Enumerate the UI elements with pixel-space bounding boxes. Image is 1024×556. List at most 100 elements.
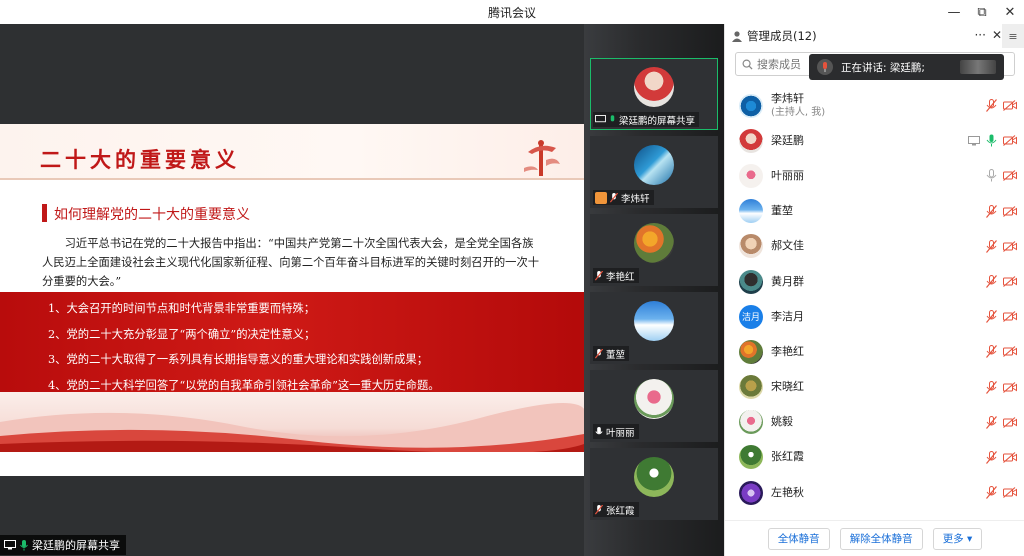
video-tile[interactable]: 李艳红	[590, 214, 718, 286]
minimize-button[interactable]: —	[940, 0, 968, 24]
mic-muted-icon[interactable]	[986, 415, 997, 429]
mic-on-icon[interactable]	[986, 134, 997, 147]
window-controls: — ⧉ ✕	[940, 0, 1024, 24]
slide-footer-decoration	[0, 392, 584, 452]
member-row[interactable]: 黄月群	[725, 264, 1024, 299]
title-bar: 腾讯会议 — ⧉ ✕	[0, 0, 1024, 24]
more-menu-button[interactable]: 更多 ▾	[932, 527, 983, 550]
search-icon	[742, 59, 753, 70]
member-row[interactable]: 董堃	[725, 194, 1024, 229]
camera-off-icon[interactable]	[1003, 276, 1017, 287]
slide-title: 二十大的重要意义	[40, 147, 240, 172]
mic-muted-icon	[595, 504, 603, 514]
slide-paragraph: 习近平总书记在党的二十大报告中指出：“中国共产党第二十次全国代表大会，是全党全国…	[42, 237, 540, 288]
member-list: 李炜轩 (主持人, 我) 梁廷鹏 叶丽丽 董堃 郝文佳 黄月群 洁月 李洁月 李艳红 宋晓红 姚毅 张红…	[725, 88, 1024, 510]
member-row[interactable]: 左艳秋	[725, 475, 1024, 510]
mic-muted-icon[interactable]	[986, 380, 997, 394]
member-row[interactable]: 姚毅	[725, 405, 1024, 440]
member-row[interactable]: 叶丽丽	[725, 158, 1024, 193]
slide-point: 1、大会召开的时间节点和时代背景非常重要而特殊；	[48, 302, 316, 315]
video-tile-name: 叶丽丽	[593, 424, 639, 439]
camera-off-icon[interactable]	[1003, 346, 1017, 358]
member-name-block: 宋晓红	[771, 380, 804, 394]
member-row[interactable]: 宋晓红	[725, 370, 1024, 405]
video-tile-name: 张红霞	[593, 502, 639, 517]
shared-screen-stage[interactable]: 二十大的重要意义 如何理解党的二十大的重要意义 习近平总书记在党的二十大报告中指…	[0, 24, 584, 556]
member-row[interactable]: 李炜轩 (主持人, 我)	[725, 88, 1024, 123]
camera-off-icon[interactable]	[1003, 487, 1017, 498]
app-title: 腾讯会议	[487, 6, 536, 20]
screen-share-label: 梁廷鹏的屏幕共享	[0, 535, 126, 555]
member-status-icons	[968, 123, 1017, 158]
mic-idle-icon[interactable]	[986, 169, 997, 182]
video-tile-name: 李艳红	[593, 268, 639, 283]
member-status-icons	[986, 88, 1017, 123]
huabiao-emblem-icon	[524, 140, 560, 176]
mic-muted-icon[interactable]	[986, 99, 997, 112]
screen-share-icon	[4, 540, 16, 550]
camera-off-icon[interactable]	[1003, 170, 1017, 182]
video-tile[interactable]: 叶丽丽	[590, 370, 718, 442]
avatar	[634, 145, 674, 185]
mic-muted-icon	[595, 348, 603, 358]
member-name: 姚毅	[771, 415, 793, 429]
mic-on-icon	[610, 114, 615, 121]
avatar	[739, 445, 763, 470]
mic-muted-icon	[610, 192, 618, 202]
mic-muted-icon[interactable]	[986, 239, 997, 253]
member-status-icons	[986, 405, 1017, 440]
avatar	[739, 199, 763, 224]
mic-muted-icon[interactable]	[986, 345, 997, 359]
member-status-icons	[986, 158, 1017, 193]
video-tile[interactable]: 张红霞	[590, 448, 718, 520]
slide-subtitle: 如何理解党的二十大的重要意义	[54, 207, 250, 223]
member-row[interactable]: 洁月 李洁月	[725, 299, 1024, 334]
restore-button[interactable]: ⧉	[968, 0, 996, 24]
user-icon	[732, 31, 742, 42]
member-status-icons	[986, 229, 1017, 264]
member-name-block: 张红霞	[771, 450, 804, 464]
more-options-button[interactable]: ···	[974, 28, 985, 42]
mic-muted-icon[interactable]	[986, 310, 997, 324]
menu-icon[interactable]: ≡	[1002, 24, 1024, 48]
slide-points-band: 1、大会召开的时间节点和时代背景非常重要而特殊； 2、党的二十大充分彰显了“两个…	[0, 292, 584, 392]
unmute-all-button[interactable]: 解除全体静音	[839, 527, 923, 550]
camera-off-icon[interactable]	[1003, 135, 1017, 147]
mic-muted-icon[interactable]	[986, 486, 997, 499]
member-row[interactable]: 李艳红	[725, 334, 1024, 369]
close-panel-button[interactable]: ✕	[992, 28, 1002, 42]
member-name-block: 李洁月	[771, 310, 804, 324]
avatar: 洁月	[739, 304, 763, 329]
camera-off-icon[interactable]	[1003, 100, 1017, 111]
video-tile[interactable]: 李炜轩	[590, 136, 718, 208]
camera-off-icon[interactable]	[1003, 451, 1017, 463]
member-name-block: 李艳红	[771, 345, 804, 359]
camera-off-icon[interactable]	[1003, 381, 1017, 393]
member-name-block: 姚毅	[771, 415, 793, 429]
mute-all-button[interactable]: 全体静音	[767, 527, 830, 550]
member-row[interactable]: 张红霞	[725, 440, 1024, 475]
camera-off-icon[interactable]	[1003, 311, 1017, 323]
panel-header-actions: ··· ✕	[974, 28, 1002, 42]
avatar	[634, 301, 674, 341]
member-status-icons	[986, 475, 1017, 510]
camera-off-icon[interactable]	[1003, 240, 1017, 252]
mic-muted-icon[interactable]	[986, 450, 997, 464]
slide-point: 3、党的二十大取得了一系列具有长期指导意义的重大理论和实践创新成果；	[48, 353, 428, 366]
mic-on-icon	[20, 539, 28, 550]
member-name: 李炜轩	[771, 91, 804, 105]
member-name: 董堃	[771, 204, 793, 218]
member-row[interactable]: 郝文佳	[725, 229, 1024, 264]
avatar	[739, 93, 763, 118]
mic-muted-icon[interactable]	[986, 204, 997, 218]
mic-muted-icon[interactable]	[986, 274, 997, 288]
camera-off-icon[interactable]	[1003, 205, 1017, 217]
video-tile[interactable]: 梁廷鹏的屏幕共享	[590, 58, 718, 130]
panel-footer: 全体静音 解除全体静音 更多 ▾	[725, 520, 1024, 556]
avatar	[739, 163, 763, 188]
avatar	[739, 234, 763, 259]
close-window-button[interactable]: ✕	[996, 0, 1024, 24]
member-row[interactable]: 梁廷鹏	[725, 123, 1024, 158]
video-tile[interactable]: 董堃	[590, 292, 718, 364]
camera-off-icon[interactable]	[1003, 416, 1017, 428]
